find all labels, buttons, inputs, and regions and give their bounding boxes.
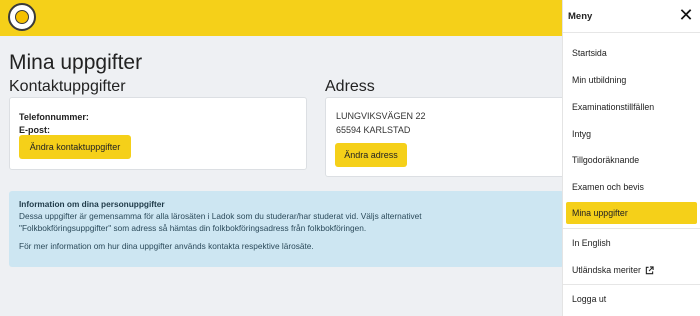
menu-item-startsida[interactable]: Startsida: [566, 42, 697, 64]
menu-item-utlandska-meriter[interactable]: Utländska meriter: [566, 259, 697, 281]
external-link-icon: [645, 265, 654, 274]
menu-item-label: Logga ut: [572, 294, 607, 304]
phone-label: Telefonnummer:: [19, 112, 89, 122]
menu-item-in-english[interactable]: In English: [566, 232, 697, 254]
menu-item-label: Intyg: [572, 129, 592, 139]
edit-address-button[interactable]: Ändra adress: [335, 143, 407, 167]
email-label: E-post:: [19, 125, 50, 135]
menu-item-label: Startsida: [572, 48, 607, 58]
info-text-line-1: Dessa uppgifter är gemensamma för alla l…: [19, 211, 422, 221]
address-heading: Adress: [325, 78, 375, 95]
info-text-line-3: För mer information om hur dina uppgifte…: [19, 241, 314, 251]
sun-icon: [15, 10, 29, 24]
menu-item-intyg[interactable]: Intyg: [566, 123, 697, 145]
menu-item-label: Examinationstillfällen: [572, 102, 655, 112]
menu-item-label: Mina uppgifter: [572, 208, 628, 218]
menu-title: Meny: [568, 11, 593, 22]
contact-card: Telefonnummer: E-post: Ändra kontaktuppg…: [9, 97, 307, 170]
contact-heading: Kontaktuppgifter: [9, 78, 126, 95]
address-line-2: 65594 KARLSTAD: [336, 125, 411, 135]
info-title: Information om dina personuppgifter: [19, 199, 165, 209]
menu-item-label: Examen och bevis: [572, 182, 644, 192]
divider: [563, 32, 700, 33]
main-content: Mina uppgifter Kontaktuppgifter Telefonn…: [0, 36, 565, 316]
address-card: LUNGVIKSVÄGEN 22 65594 KARLSTAD Ändra ad…: [325, 97, 565, 177]
page-title: Mina uppgifter: [9, 51, 143, 74]
divider: [563, 228, 700, 229]
menu-header: Meny ✕: [563, 0, 700, 32]
address-line-1: LUNGVIKSVÄGEN 22: [336, 111, 426, 121]
info-text-line-2: "Folkbokföringsuppgifter" som adress så …: [19, 223, 367, 233]
menu-item-examinationstillfallen[interactable]: Examinationstillfällen: [566, 96, 697, 118]
ladok-logo-icon[interactable]: [8, 3, 36, 31]
menu-item-min-utbildning[interactable]: Min utbildning: [566, 69, 697, 91]
menu-item-logga-ut[interactable]: Logga ut: [566, 288, 697, 310]
menu-item-label: Tillgodoräknande: [572, 155, 640, 165]
divider: [563, 284, 700, 285]
menu-item-label: Min utbildning: [572, 75, 627, 85]
side-menu: Meny ✕ Startsida Min utbildning Examinat…: [562, 0, 700, 316]
menu-item-examen-och-bevis[interactable]: Examen och bevis: [566, 176, 697, 198]
close-icon[interactable]: ✕: [677, 5, 695, 25]
menu-item-mina-uppgifter[interactable]: Mina uppgifter: [566, 202, 697, 224]
menu-item-tillgodoraknande[interactable]: Tillgodoräknande: [566, 149, 697, 171]
edit-contact-button[interactable]: Ändra kontaktuppgifter: [19, 135, 131, 159]
info-box: Information om dina personuppgifter Dess…: [9, 191, 564, 267]
menu-item-label: Utländska meriter: [572, 265, 641, 275]
menu-item-label: In English: [572, 238, 611, 248]
